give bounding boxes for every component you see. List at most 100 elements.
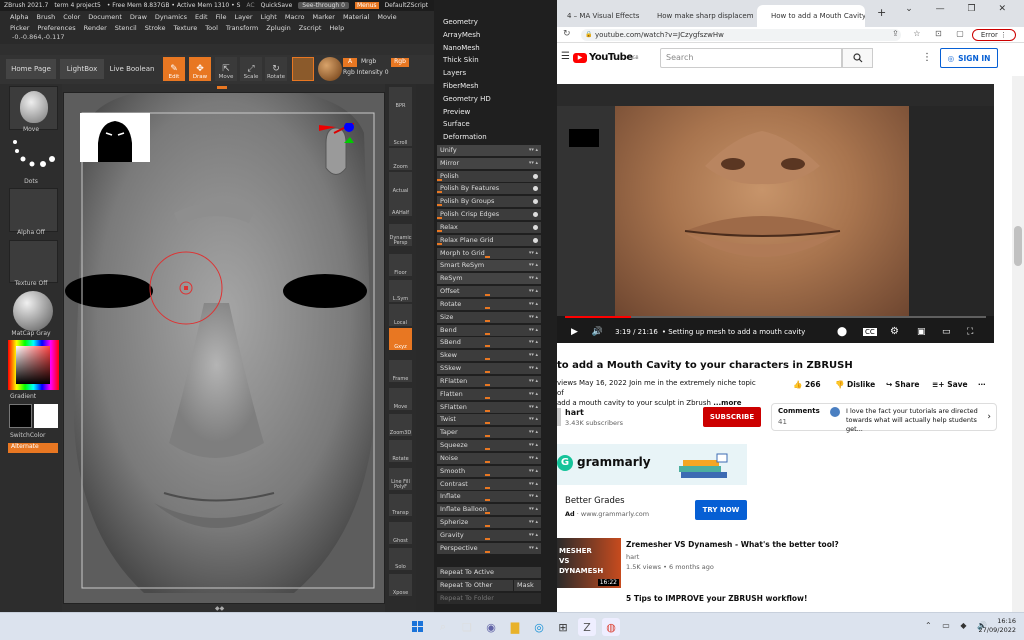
menu-item[interactable]: Draw xyxy=(130,13,147,21)
right-shelf-button[interactable]: BPR xyxy=(389,87,412,109)
polish-toggle-icon[interactable] xyxy=(533,237,538,243)
axis-toggle-icon[interactable]: ▾▾ ▴ xyxy=(529,414,538,425)
slider-handle[interactable] xyxy=(485,537,490,540)
rec-thumbnail[interactable]: MESHER VS DYNAMESH 16:22 xyxy=(557,538,621,588)
alternate-button[interactable]: Alternate xyxy=(8,443,58,453)
deformation-item[interactable]: SSkew ▾▾ ▴ xyxy=(437,363,541,375)
right-shelf-button[interactable]: Floor xyxy=(389,254,412,276)
navigation-head-icon[interactable] xyxy=(314,122,355,178)
tab-ma-visual-effects[interactable]: 4 – MA Visual Effects xyxy=(557,5,642,27)
right-shelf-button[interactable]: Zoom xyxy=(389,148,412,170)
menu-item[interactable]: Brush xyxy=(36,13,55,21)
palette-section[interactable]: Geometry HD xyxy=(443,95,491,103)
slider-handle[interactable] xyxy=(485,499,490,502)
error-button[interactable]: Error ⋮ xyxy=(972,29,1016,41)
menu-item[interactable]: Help xyxy=(329,24,344,32)
task-view-icon[interactable]: ❑ xyxy=(458,618,476,636)
deformation-item[interactable]: Squeeze ▾▾ ▴ xyxy=(437,440,541,452)
polish-toggle-icon[interactable] xyxy=(533,199,538,205)
slider-handle[interactable] xyxy=(485,332,490,335)
menu-item[interactable]: Transform xyxy=(226,24,258,32)
axis-toggle-icon[interactable]: ▾▾ ▴ xyxy=(529,325,538,336)
comments-teaser[interactable]: Comments 41 I love the fact your tutoria… xyxy=(771,403,997,433)
see-through-slider[interactable]: See-through 0 xyxy=(298,2,349,9)
fullscreen-icon[interactable]: ⛶ xyxy=(967,327,973,337)
deformation-item[interactable]: Spherize ▾▾ ▴ xyxy=(437,517,541,529)
chevron-right-icon[interactable]: › xyxy=(987,412,991,422)
file-explorer-icon[interactable]: ▇ xyxy=(506,618,524,636)
right-shelf-button[interactable]: Actual xyxy=(389,172,412,194)
right-shelf-button[interactable]: Local xyxy=(389,304,412,326)
rec-title[interactable]: Zremesher VS Dynamesh - What's the bette… xyxy=(626,540,839,549)
right-shelf-button[interactable]: Gxyz xyxy=(389,328,412,350)
right-shelf-button[interactable]: Xpose xyxy=(389,574,412,596)
live-boolean-button[interactable]: Live Boolean xyxy=(108,59,156,79)
palette-section[interactable]: FiberMesh xyxy=(443,82,479,90)
new-tab-button[interactable]: + xyxy=(877,6,886,19)
rgb-toggle[interactable]: Rgb xyxy=(391,58,409,67)
hamburger-icon[interactable]: ☰ xyxy=(561,51,570,62)
deformation-item[interactable]: Inflate Balloon ▾▾ ▴ xyxy=(437,504,541,516)
slider-handle[interactable] xyxy=(485,460,490,463)
right-shelf-button[interactable]: Rotate xyxy=(389,440,412,462)
deformation-item[interactable]: Polish By Features xyxy=(437,183,541,195)
draw-button[interactable]: ✥ Draw xyxy=(189,57,211,81)
right-shelf-button[interactable]: Move xyxy=(389,388,412,410)
slider-handle[interactable] xyxy=(485,422,490,425)
switch-color-button[interactable]: SwitchColor xyxy=(10,432,60,439)
right-shelf-button[interactable]: Frame xyxy=(389,360,412,382)
deformation-item[interactable]: Taper ▾▾ ▴ xyxy=(437,427,541,439)
zbrush-taskbar-icon[interactable]: Z xyxy=(578,618,596,636)
tab-sharp-displacement[interactable]: How make sharp displaceme✕ xyxy=(643,5,753,27)
repeat-to-active-button[interactable]: Repeat To Active xyxy=(437,567,541,578)
menu-item[interactable]: Dynamics xyxy=(155,13,187,21)
slider-handle[interactable] xyxy=(485,409,490,412)
axis-toggle-icon[interactable]: ▾▾ ▴ xyxy=(529,402,538,413)
deformation-item[interactable]: Size ▾▾ ▴ xyxy=(437,311,541,323)
deformation-item[interactable]: Perspective ▾▾ ▴ xyxy=(437,542,541,554)
rgb-intensity-slider[interactable]: Rgb Intensity 0 xyxy=(343,69,413,78)
slider-handle[interactable] xyxy=(485,448,490,451)
home-page-button[interactable]: Home Page xyxy=(6,59,56,79)
palette-section[interactable]: Layers xyxy=(443,69,466,77)
try-now-button[interactable]: TRY NOW xyxy=(695,500,747,520)
slider-handle[interactable] xyxy=(485,383,490,386)
right-shelf-button[interactable]: Ghost xyxy=(389,522,412,544)
right-shelf-button[interactable]: Line Fill PolyF xyxy=(389,468,412,490)
slider-handle[interactable] xyxy=(437,242,442,245)
video-progress-bar[interactable] xyxy=(565,316,986,318)
axis-toggle-icon[interactable]: ▾▾ ▴ xyxy=(529,517,538,528)
deformation-item[interactable]: Mirror ▾▾ ▴ xyxy=(437,157,541,169)
more-link[interactable]: ...more xyxy=(713,399,741,407)
menu-item[interactable]: Zscript xyxy=(299,24,322,32)
axis-toggle-icon[interactable]: ▾▾ ▴ xyxy=(529,479,538,490)
theater-icon[interactable]: ▭ xyxy=(942,327,951,337)
axis-toggle-icon[interactable]: ▾▾ ▴ xyxy=(529,248,538,259)
deformation-item[interactable]: Gravity ▾▾ ▴ xyxy=(437,529,541,541)
chapter-title[interactable]: • Setting up mesh to add a mouth cavity xyxy=(662,328,805,336)
slider-handle[interactable] xyxy=(485,358,490,361)
tab-mouth-cavity[interactable]: How to add a Mouth Cavity✕ xyxy=(757,5,865,27)
right-shelf-button[interactable]: Transp xyxy=(389,494,412,516)
deformation-item[interactable]: Polish By Groups xyxy=(437,196,541,208)
axis-toggle-icon[interactable]: ▾▾ ▴ xyxy=(529,453,538,464)
right-shelf-button[interactable]: L.Sym xyxy=(389,280,412,302)
axis-toggle-icon[interactable]: ▾▾ ▴ xyxy=(529,299,538,310)
axis-toggle-icon[interactable]: ▾▾ ▴ xyxy=(529,530,538,541)
search-input[interactable]: Search xyxy=(660,48,842,68)
slider-handle[interactable] xyxy=(485,345,490,348)
menu-item[interactable]: File xyxy=(216,13,227,21)
deformation-item[interactable]: Bend ▾▾ ▴ xyxy=(437,324,541,336)
deformation-item[interactable]: SBend ▾▾ ▴ xyxy=(437,337,541,349)
palette-section[interactable]: Geometry xyxy=(443,18,478,26)
like-button[interactable]: 👍 266 xyxy=(793,380,821,389)
rec-channel[interactable]: hart xyxy=(626,553,639,561)
scroll-thumb[interactable] xyxy=(1014,226,1022,266)
deformation-item[interactable]: Contrast ▾▾ ▴ xyxy=(437,478,541,490)
material-thumbnail[interactable] xyxy=(9,289,58,333)
miniplayer-icon[interactable]: ▣ xyxy=(917,327,926,337)
slider-handle[interactable] xyxy=(485,473,490,476)
quicksave-button[interactable]: QuickSave xyxy=(261,2,293,9)
search-taskbar-icon[interactable]: ⌕ xyxy=(434,618,452,636)
url-field[interactable]: 🔒 youtube.com/watch?v=JCzygfszwHw xyxy=(581,29,901,41)
